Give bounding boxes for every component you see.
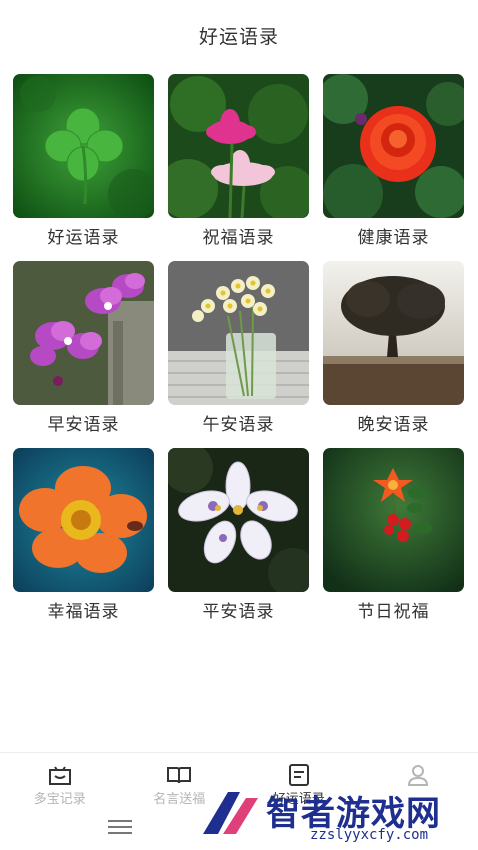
lone-tree-image: [323, 261, 464, 405]
watermark: 智者游戏网 zzslyyxcfy.com: [198, 780, 478, 850]
orchid-image: [13, 261, 154, 405]
header: 好运语录: [0, 0, 478, 70]
category-grid: 好运语录 祝福语录 健康语录 早安语录 午安语录 晚安语录 幸福语录 平安语录 …: [13, 74, 465, 624]
category-label: 幸福语录: [47, 602, 120, 622]
category-card-festival[interactable]: 节日祝福: [323, 448, 464, 624]
category-card-good-night[interactable]: 晚安语录: [323, 261, 464, 437]
category-label: 好运语录: [47, 228, 120, 248]
tab-duobao-records[interactable]: 多宝记录: [0, 753, 120, 811]
category-label: 晚安语录: [357, 415, 430, 435]
book-icon: [167, 767, 192, 784]
pomegranate-blossom-image: [323, 448, 464, 592]
category-card-peace[interactable]: 平安语录: [168, 448, 309, 624]
four-leaf-clover-image: [13, 74, 154, 218]
category-card-good-morning[interactable]: 早安语录: [13, 261, 154, 437]
narcissus-vase-image: [168, 261, 309, 405]
category-label: 午安语录: [202, 415, 275, 435]
watermark-url: zzslyyxcfy.com: [310, 827, 429, 843]
category-card-good-afternoon[interactable]: 午安语录: [168, 261, 309, 437]
category-card-good-luck[interactable]: 好运语录: [13, 74, 154, 250]
category-card-blessing[interactable]: 祝福语录: [168, 74, 309, 250]
white-iris-image: [168, 448, 309, 592]
category-label: 平安语录: [202, 602, 275, 622]
category-label: 健康语录: [357, 228, 430, 248]
menu-icon[interactable]: [108, 820, 132, 834]
page-title: 好运语录: [198, 25, 279, 48]
category-label: 早安语录: [47, 415, 120, 435]
category-card-happiness[interactable]: 幸福语录: [13, 448, 154, 624]
red-rose-image: [323, 74, 464, 218]
basket-icon: [48, 766, 71, 785]
category-label: 节日祝福: [357, 602, 430, 622]
tab-label: 多宝记录: [33, 792, 86, 807]
watermark-logo-icon: [203, 792, 258, 834]
category-label: 祝福语录: [202, 228, 275, 248]
orange-flower-image: [13, 448, 154, 592]
category-card-health[interactable]: 健康语录: [323, 74, 464, 250]
lotus-flowers-image: [168, 74, 309, 218]
